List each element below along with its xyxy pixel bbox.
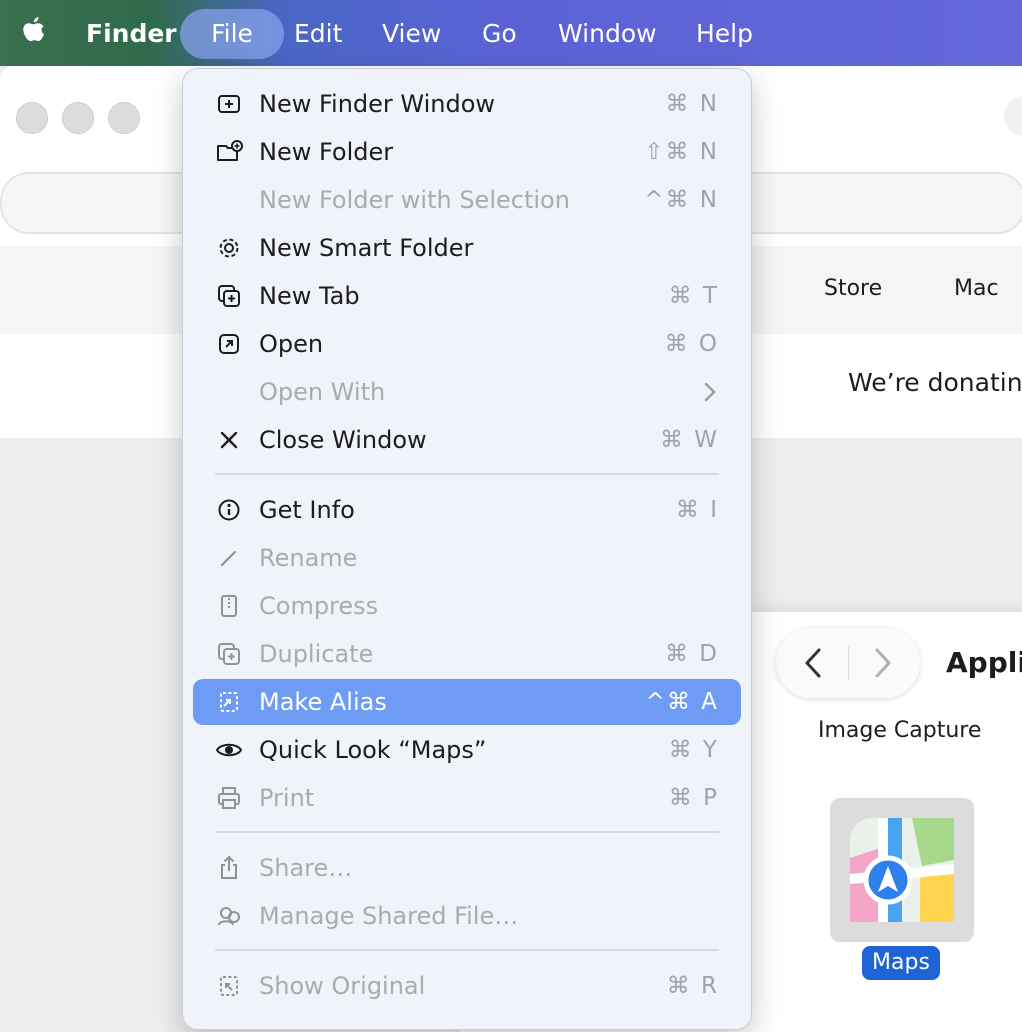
back-forward-control xyxy=(776,628,920,698)
menu-edit[interactable]: Edit xyxy=(294,16,342,52)
selected-file-item[interactable] xyxy=(830,798,974,942)
menu-item-quick-look[interactable]: Quick Look “Maps” ⌘ Y xyxy=(193,727,741,773)
menu-bar: Finder File Edit View Go Window Help xyxy=(0,0,1022,66)
menu-item-label: Quick Look “Maps” xyxy=(259,736,487,764)
nav-link-mac[interactable]: Mac xyxy=(954,276,999,301)
menu-item-label: Open With xyxy=(259,378,386,406)
menu-item-label: Close Window xyxy=(259,426,427,454)
banner-text[interactable]: We’re donatin xyxy=(848,368,1022,397)
menu-item-print[interactable]: Print ⌘ P xyxy=(193,775,741,821)
menu-go[interactable]: Go xyxy=(482,16,517,52)
menu-file[interactable]: File xyxy=(180,9,284,59)
menu-item-shortcut: ^⌘ A xyxy=(645,689,719,715)
menu-separator xyxy=(215,831,719,833)
menu-item-shortcut: ⌘ Y xyxy=(668,737,719,763)
menu-separator xyxy=(215,949,719,951)
menu-item-new-tab[interactable]: New Tab ⌘ T xyxy=(193,273,741,319)
menu-item-label: Duplicate xyxy=(259,640,374,668)
gear-icon xyxy=(219,238,239,258)
menu-item-label: Open xyxy=(259,330,324,358)
menu-item-new-folder-with-selection[interactable]: New Folder with Selection ^⌘ N xyxy=(193,177,741,223)
menu-item-label: Show Original xyxy=(259,972,426,1000)
minimize-window-button[interactable] xyxy=(62,102,94,134)
menu-finder[interactable]: Finder xyxy=(86,16,177,52)
menu-item-label: New Folder with Selection xyxy=(259,186,570,214)
back-chevron-icon[interactable] xyxy=(802,646,824,680)
menu-item-shortcut: ⌘ O xyxy=(664,331,719,357)
menu-item-label: Make Alias xyxy=(259,688,387,716)
eye-icon xyxy=(215,743,243,757)
shared-people-icon xyxy=(218,907,240,926)
menu-item-label: New Folder xyxy=(259,138,394,166)
menu-item-duplicate[interactable]: Duplicate ⌘ D xyxy=(193,631,741,677)
menu-item-rename[interactable]: Rename xyxy=(193,535,741,581)
close-icon xyxy=(220,431,238,449)
file-item-label[interactable]: Image Capture xyxy=(818,718,981,743)
share-icon xyxy=(221,855,237,879)
nav-link-store[interactable]: Store xyxy=(824,276,882,301)
menu-item-shortcut: ⌘ D xyxy=(664,641,719,667)
maps-app-icon xyxy=(850,818,954,922)
menu-item-show-original[interactable]: Show Original ⌘ R xyxy=(193,963,741,1009)
menu-item-new-finder-window[interactable]: New Finder Window ⌘ N xyxy=(193,81,741,127)
selected-file-name[interactable]: Maps xyxy=(862,946,940,980)
menu-item-compress[interactable]: Compress xyxy=(193,583,741,629)
menu-item-label: Rename xyxy=(259,544,358,572)
chevron-right-icon xyxy=(704,382,716,402)
menu-item-open[interactable]: Open ⌘ O xyxy=(193,321,741,367)
new-folder-icon xyxy=(217,140,243,161)
menu-item-open-with[interactable]: Open With xyxy=(193,369,741,415)
zoom-window-button[interactable] xyxy=(108,102,140,134)
menu-item-label: New Smart Folder xyxy=(259,234,474,262)
archive-icon xyxy=(221,595,237,617)
menu-item-shortcut: ⌘ P xyxy=(668,785,719,811)
window-title: Applic xyxy=(946,646,1022,679)
printer-icon xyxy=(218,787,240,809)
show-original-icon xyxy=(220,976,238,996)
menu-item-get-info[interactable]: Get Info ⌘ I xyxy=(193,487,741,533)
pencil-icon xyxy=(220,550,237,567)
menu-item-shortcut: ⌘ N xyxy=(665,91,719,117)
menu-item-label: Compress xyxy=(259,592,379,620)
menu-item-shortcut: ^⌘ N xyxy=(644,187,719,213)
new-window-icon xyxy=(218,95,240,113)
menu-item-label: New Tab xyxy=(259,282,360,310)
info-icon xyxy=(218,499,240,521)
menu-item-shortcut: ⌘ T xyxy=(668,283,719,309)
file-menu: New Finder Window ⌘ N New Folder ⇧⌘ N Ne… xyxy=(182,68,752,1030)
menu-item-new-folder[interactable]: New Folder ⇧⌘ N xyxy=(193,129,741,175)
menu-item-shortcut: ⌘ R xyxy=(666,973,719,999)
new-tab-icon xyxy=(218,285,240,307)
menu-view[interactable]: View xyxy=(382,16,441,52)
menu-help[interactable]: Help xyxy=(696,16,753,52)
menu-item-make-alias[interactable]: Make Alias ^⌘ A xyxy=(193,679,741,725)
alias-icon xyxy=(220,692,238,712)
menu-item-manage-shared-file[interactable]: Manage Shared File… xyxy=(193,893,741,939)
menu-item-shortcut: ⇧⌘ N xyxy=(644,139,719,165)
menu-item-label: Manage Shared File… xyxy=(259,902,519,930)
menu-item-label: Get Info xyxy=(259,496,355,524)
nav-divider xyxy=(848,646,849,680)
menu-item-share[interactable]: Share… xyxy=(193,845,741,891)
open-arrow-icon xyxy=(219,334,239,354)
apple-logo-icon[interactable] xyxy=(18,14,48,48)
menu-separator xyxy=(215,473,719,475)
close-window-button[interactable] xyxy=(16,102,48,134)
menu-item-label: Print xyxy=(259,784,315,812)
menu-window[interactable]: Window xyxy=(558,16,657,52)
menu-item-new-smart-folder[interactable]: New Smart Folder xyxy=(193,225,741,271)
duplicate-icon xyxy=(218,643,240,665)
forward-chevron-icon[interactable] xyxy=(872,646,894,680)
menu-item-label: New Finder Window xyxy=(259,90,496,118)
menu-item-label: Share… xyxy=(259,854,353,882)
menu-item-shortcut: ⌘ I xyxy=(675,497,719,523)
menu-item-close-window[interactable]: Close Window ⌘ W xyxy=(193,417,741,463)
menu-item-shortcut: ⌘ W xyxy=(659,427,719,453)
